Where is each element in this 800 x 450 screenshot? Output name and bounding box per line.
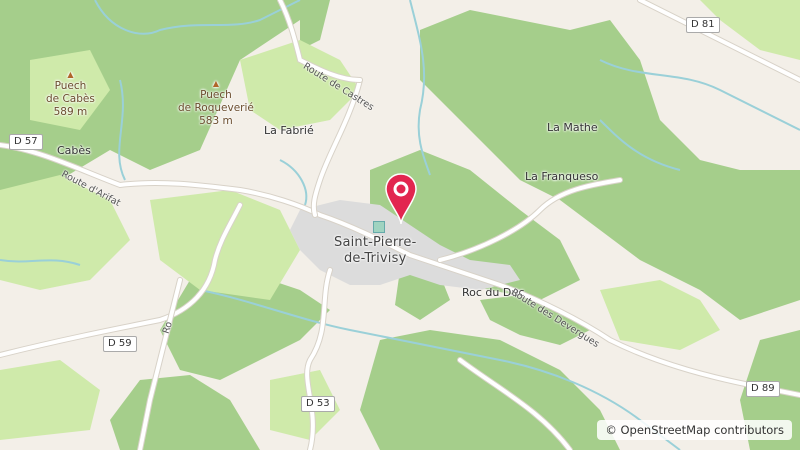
peak-label-puech-de-cabes: ▲ Puech de Cabès 589 m xyxy=(46,70,95,119)
town-name-line1: Saint-Pierre- xyxy=(334,235,417,250)
road-ref-d81: D 81 xyxy=(686,17,720,33)
map-view[interactable]: ▲ Puech de Cabès 589 m ▲ Puech de Roquev… xyxy=(0,0,800,450)
road-ref-d59: D 59 xyxy=(103,336,137,352)
town-name-line2: de-Trivisy xyxy=(343,251,407,266)
road-ref-d57: D 57 xyxy=(9,134,43,150)
peak-elevation: 583 m xyxy=(199,115,233,127)
peak-triangle-icon: ▲ xyxy=(212,79,219,88)
peak-triangle-icon: ▲ xyxy=(67,70,74,79)
road-ref-d89: D 89 xyxy=(746,381,780,397)
town-square-marker xyxy=(373,221,385,233)
place-cabes: Cabès xyxy=(57,144,91,157)
peak-name-line2: de Cabès xyxy=(46,93,95,105)
map-pin-graphic xyxy=(385,173,417,225)
place-la-mathe: La Mathe xyxy=(547,121,598,134)
peak-name-line1: Puech xyxy=(200,89,232,101)
peak-name-line1: Puech xyxy=(54,80,87,92)
road-ref-d53: D 53 xyxy=(301,396,335,412)
peak-name-line2: de Roqueverié xyxy=(178,102,254,114)
peak-label-puech-de-roqueverie: ▲ Puech de Roqueverié 583 m xyxy=(178,79,254,128)
map-pin-icon[interactable] xyxy=(383,172,419,226)
place-la-franqueso: La Franqueso xyxy=(525,170,599,183)
town-label-saint-pierre-de-trivisy: Saint-Pierre- de-Trivisy xyxy=(334,235,417,267)
place-la-fabrie: La Fabrié xyxy=(264,124,314,137)
peak-elevation: 589 m xyxy=(53,106,88,118)
attribution[interactable]: © OpenStreetMap contributors xyxy=(597,420,792,440)
